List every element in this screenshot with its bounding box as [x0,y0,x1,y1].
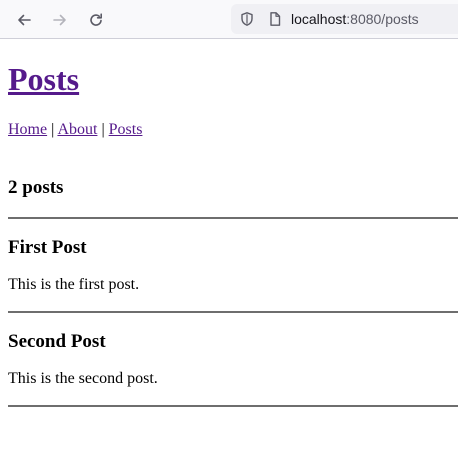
post-item: Second Post This is the second post. [8,331,450,388]
address-bar[interactable]: localhost:8080/posts [231,4,458,34]
back-arrow-icon [18,14,31,26]
post-title: Second Post [8,331,106,352]
post-title: First Post [8,237,87,258]
nav-separator: | [101,121,105,138]
nav-link-home[interactable]: Home [8,121,47,138]
post-body: This is the first post. [8,276,140,293]
url-text[interactable]: localhost:8080/posts [291,11,419,27]
forward-arrow-icon [53,14,66,26]
title-link[interactable]: Posts [8,61,79,97]
nav-link-about[interactable]: About [57,121,97,138]
nav-link-posts[interactable]: Posts [109,121,143,138]
post-count: 2 posts [8,177,64,198]
site-nav: Home | About | Posts [8,121,450,139]
divider [8,405,458,407]
shield-icon[interactable] [239,11,255,27]
reload-button[interactable] [84,8,108,32]
browser-toolbar: localhost:8080/posts [0,0,458,39]
post-body: This is the second post. [8,370,158,387]
page-content: Posts Home | About | Posts 2 posts First… [0,59,458,407]
forward-button[interactable] [48,8,72,32]
divider [8,217,458,219]
page-title: Posts [8,59,450,99]
url-host: localhost [291,11,347,27]
url-path: :8080/posts [346,11,419,27]
divider [8,311,458,313]
post-item: First Post This is the first post. [8,237,450,294]
back-button[interactable] [12,8,36,32]
nav-separator: | [51,121,55,138]
page-icon[interactable] [267,11,283,27]
reload-icon [90,13,102,26]
